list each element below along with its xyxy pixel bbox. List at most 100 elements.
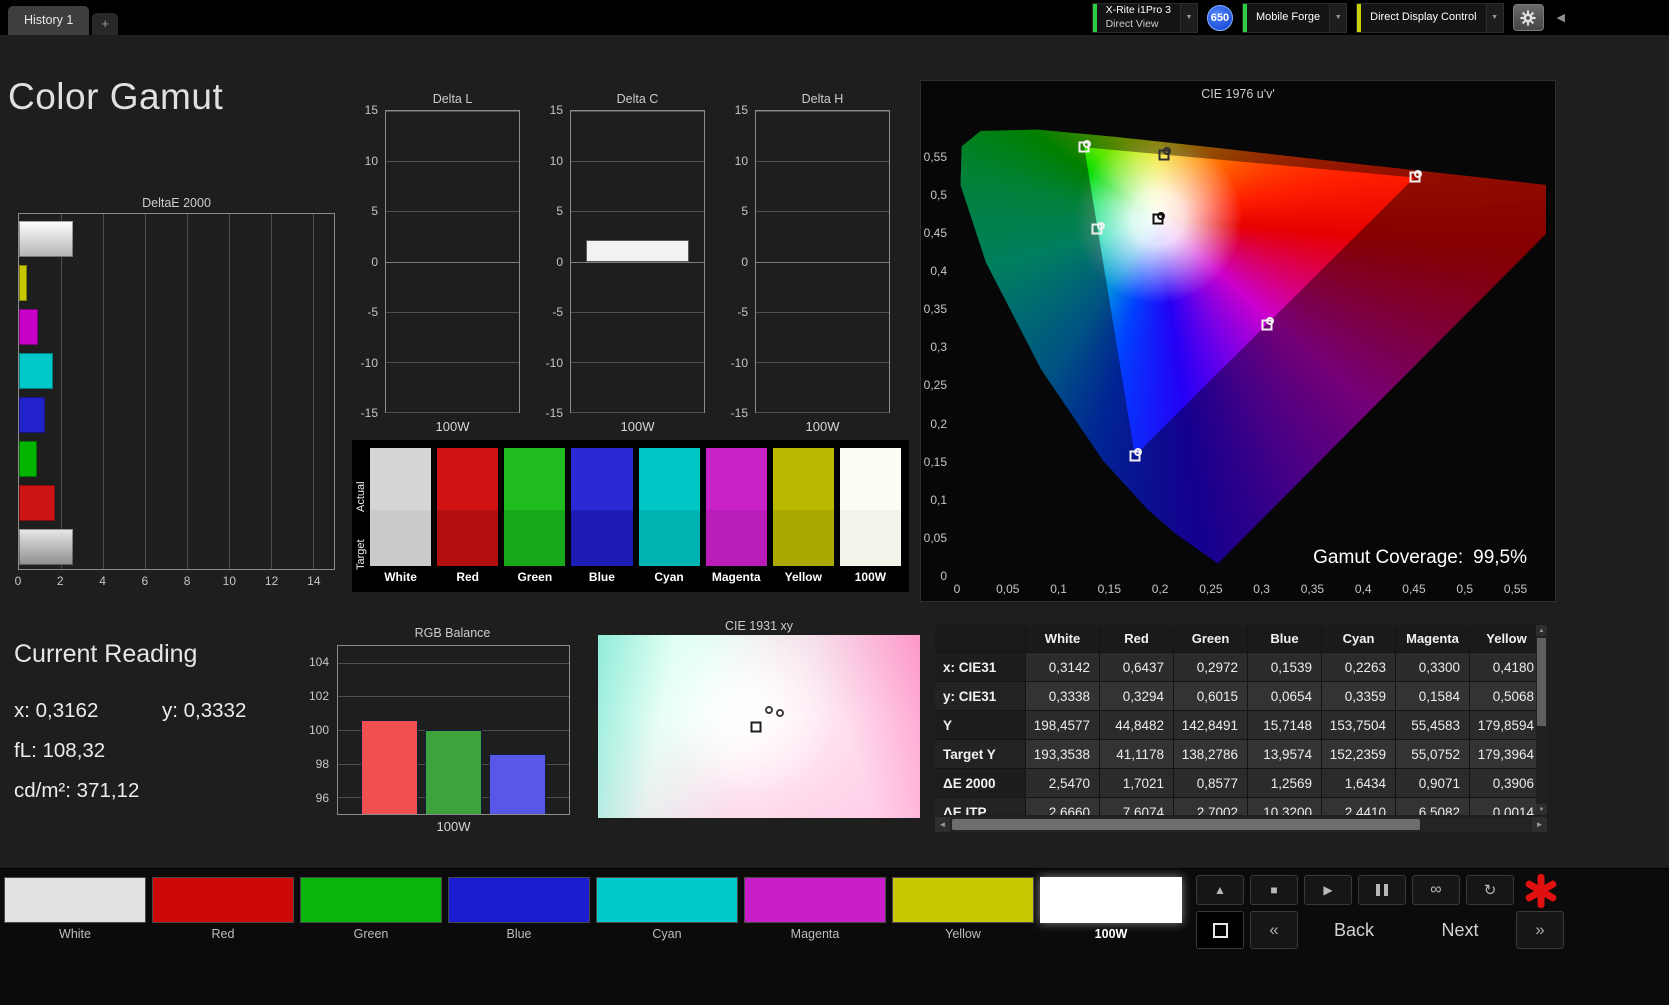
source-selector[interactable]: Mobile Forge ▼ — [1241, 2, 1348, 33]
table-row-label: ΔE ITP — [935, 798, 1025, 815]
table-cell: 0,4180 — [1470, 653, 1543, 681]
tab-strip: History 1 + — [8, 0, 118, 35]
y-tick-label: -15 — [360, 406, 378, 420]
pause-button[interactable] — [1358, 875, 1406, 905]
patch-label: Cyan — [652, 927, 682, 941]
y-tick-label: 0,2 — [930, 416, 947, 431]
table-header-white: White — [1026, 625, 1099, 652]
collapse-panel-icon[interactable]: ◀ — [1553, 11, 1569, 24]
deltae-bar-white — [19, 221, 73, 257]
horizontal-scroll-thumb[interactable] — [952, 819, 1420, 830]
cie1976-measured-yellow — [1163, 147, 1172, 156]
y-tick-label: 5 — [741, 204, 748, 218]
y-tick-label: 0,4 — [930, 264, 947, 279]
asterisk-icon[interactable] — [1520, 871, 1562, 911]
patch-button-magenta[interactable]: Magenta — [742, 875, 888, 941]
display-control-selector[interactable]: Direct Display Control ▼ — [1356, 2, 1504, 33]
table-cell: 193,3538 — [1026, 740, 1099, 768]
patch-button-blue[interactable]: Blue — [446, 875, 592, 941]
y-tick-label: 0,25 — [923, 378, 947, 393]
gridline — [386, 161, 519, 163]
chevron-down-icon[interactable]: ▼ — [1179, 3, 1197, 32]
cie1976-measured-cyan — [1096, 221, 1105, 230]
y-tick-label: 0,35 — [923, 302, 947, 317]
stop-button[interactable]: ■ — [1250, 875, 1298, 905]
gamut-coverage-readout: Gamut Coverage: 99,5% — [1313, 547, 1527, 569]
scroll-left-icon[interactable]: ◄ — [935, 817, 950, 832]
patch-button-yellow[interactable]: Yellow — [890, 875, 1036, 941]
table-cell: 2,5470 — [1026, 769, 1099, 797]
tab-history-1[interactable]: History 1 — [8, 6, 90, 35]
pause-bar — [1384, 884, 1388, 896]
table-header-yellow: Yellow — [1470, 625, 1543, 652]
table-row-label: y: CIE31 — [935, 682, 1025, 710]
gridline — [756, 111, 889, 112]
patch-button-100w[interactable]: 100W — [1038, 875, 1184, 941]
display-control-label: Direct Display Control — [1370, 10, 1477, 23]
rgb-balance-title: RGB Balance — [414, 626, 491, 640]
scroll-right-icon[interactable]: ► — [1532, 817, 1547, 832]
y-tick-label: -5 — [552, 305, 563, 319]
swatch-actual-color — [571, 448, 633, 510]
y-tick-label: 98 — [315, 757, 329, 771]
x-tick-label: 6 — [141, 574, 149, 588]
loop-button[interactable]: ∞ — [1412, 875, 1460, 905]
patch-button-green[interactable]: Green — [298, 875, 444, 941]
delta-h-y-axis: 15 10 5 0 -5 -10 -15 — [722, 104, 752, 419]
gamut-coverage-label: Gamut Coverage: — [1313, 547, 1464, 568]
swatch-target-color — [504, 510, 566, 566]
meter-selector[interactable]: X-Rite i1Pro 3 Direct View ▼ — [1091, 2, 1198, 33]
patch-button-cyan[interactable]: Cyan — [594, 875, 740, 941]
topbar-controls: X-Rite i1Pro 3 Direct View ▼ 650 Mobile … — [1091, 0, 1669, 35]
gridline — [386, 211, 519, 213]
next-button[interactable]: Next — [1410, 920, 1510, 941]
swatch-target-color — [638, 510, 700, 566]
y-tick-label: 104 — [308, 655, 329, 669]
target-row-label: Target — [355, 539, 367, 570]
table-cell: 55,0752 — [1396, 740, 1469, 768]
back-page-button[interactable]: « — [1250, 911, 1298, 949]
patch-button-white[interactable]: White — [2, 875, 148, 941]
x-tick-label: 0,35 — [1300, 582, 1325, 596]
refresh-button[interactable]: ↻ — [1466, 875, 1514, 905]
swatch-label: White — [384, 570, 417, 584]
new-tab-button[interactable]: + — [92, 13, 118, 35]
table-horizontal-scrollbar[interactable]: ◄ ► — [935, 817, 1547, 832]
up-button[interactable]: ▲ — [1196, 875, 1244, 905]
patch-color — [1040, 877, 1182, 923]
chevron-down-icon[interactable]: ▼ — [1485, 3, 1503, 32]
swatch-target-color — [772, 510, 834, 566]
luminance-badge[interactable]: 650 — [1206, 4, 1233, 31]
delta-c-x-label: 100W — [620, 419, 655, 434]
swatch-red: Red — [437, 448, 499, 584]
next-page-button[interactable]: » — [1516, 911, 1564, 949]
scroll-up-icon[interactable]: ▲ — [1536, 625, 1547, 636]
gridline — [571, 261, 704, 263]
patch-color — [448, 877, 590, 923]
patch-label: Red — [211, 927, 235, 941]
x-tick-label: 0,3 — [1253, 582, 1270, 596]
patch-color — [300, 877, 442, 923]
x-tick-label: 0,15 — [1097, 582, 1121, 596]
play-button[interactable]: ▶ — [1304, 875, 1352, 905]
y-tick-label: 5 — [371, 204, 378, 218]
screen-size-button[interactable] — [1196, 911, 1244, 949]
back-button[interactable]: Back — [1304, 920, 1404, 941]
table-cell: 153,7504 — [1322, 711, 1395, 739]
x-tick-label: 4 — [99, 574, 106, 588]
chevron-down-icon[interactable]: ▼ — [1329, 3, 1347, 32]
settings-button[interactable] — [1512, 4, 1544, 31]
table-vertical-scrollbar[interactable]: ▲ ▼ — [1536, 625, 1547, 815]
y-tick-label: 100 — [308, 723, 329, 737]
patch-button-red[interactable]: Red — [150, 875, 296, 941]
rgb-balance-chart — [337, 645, 570, 815]
table-cell: 0,0014 — [1470, 798, 1543, 815]
swatch-cyan: Cyan — [638, 448, 700, 584]
gridline — [756, 161, 889, 163]
meter-mode: Direct View — [1105, 17, 1159, 30]
meter-label: X-Rite i1Pro 3 Direct View — [1097, 4, 1180, 32]
scroll-down-icon[interactable]: ▼ — [1536, 804, 1547, 815]
table-cell: 0,3142 — [1026, 653, 1099, 681]
vertical-scroll-thumb[interactable] — [1537, 638, 1546, 726]
swatch-patch — [504, 448, 566, 566]
